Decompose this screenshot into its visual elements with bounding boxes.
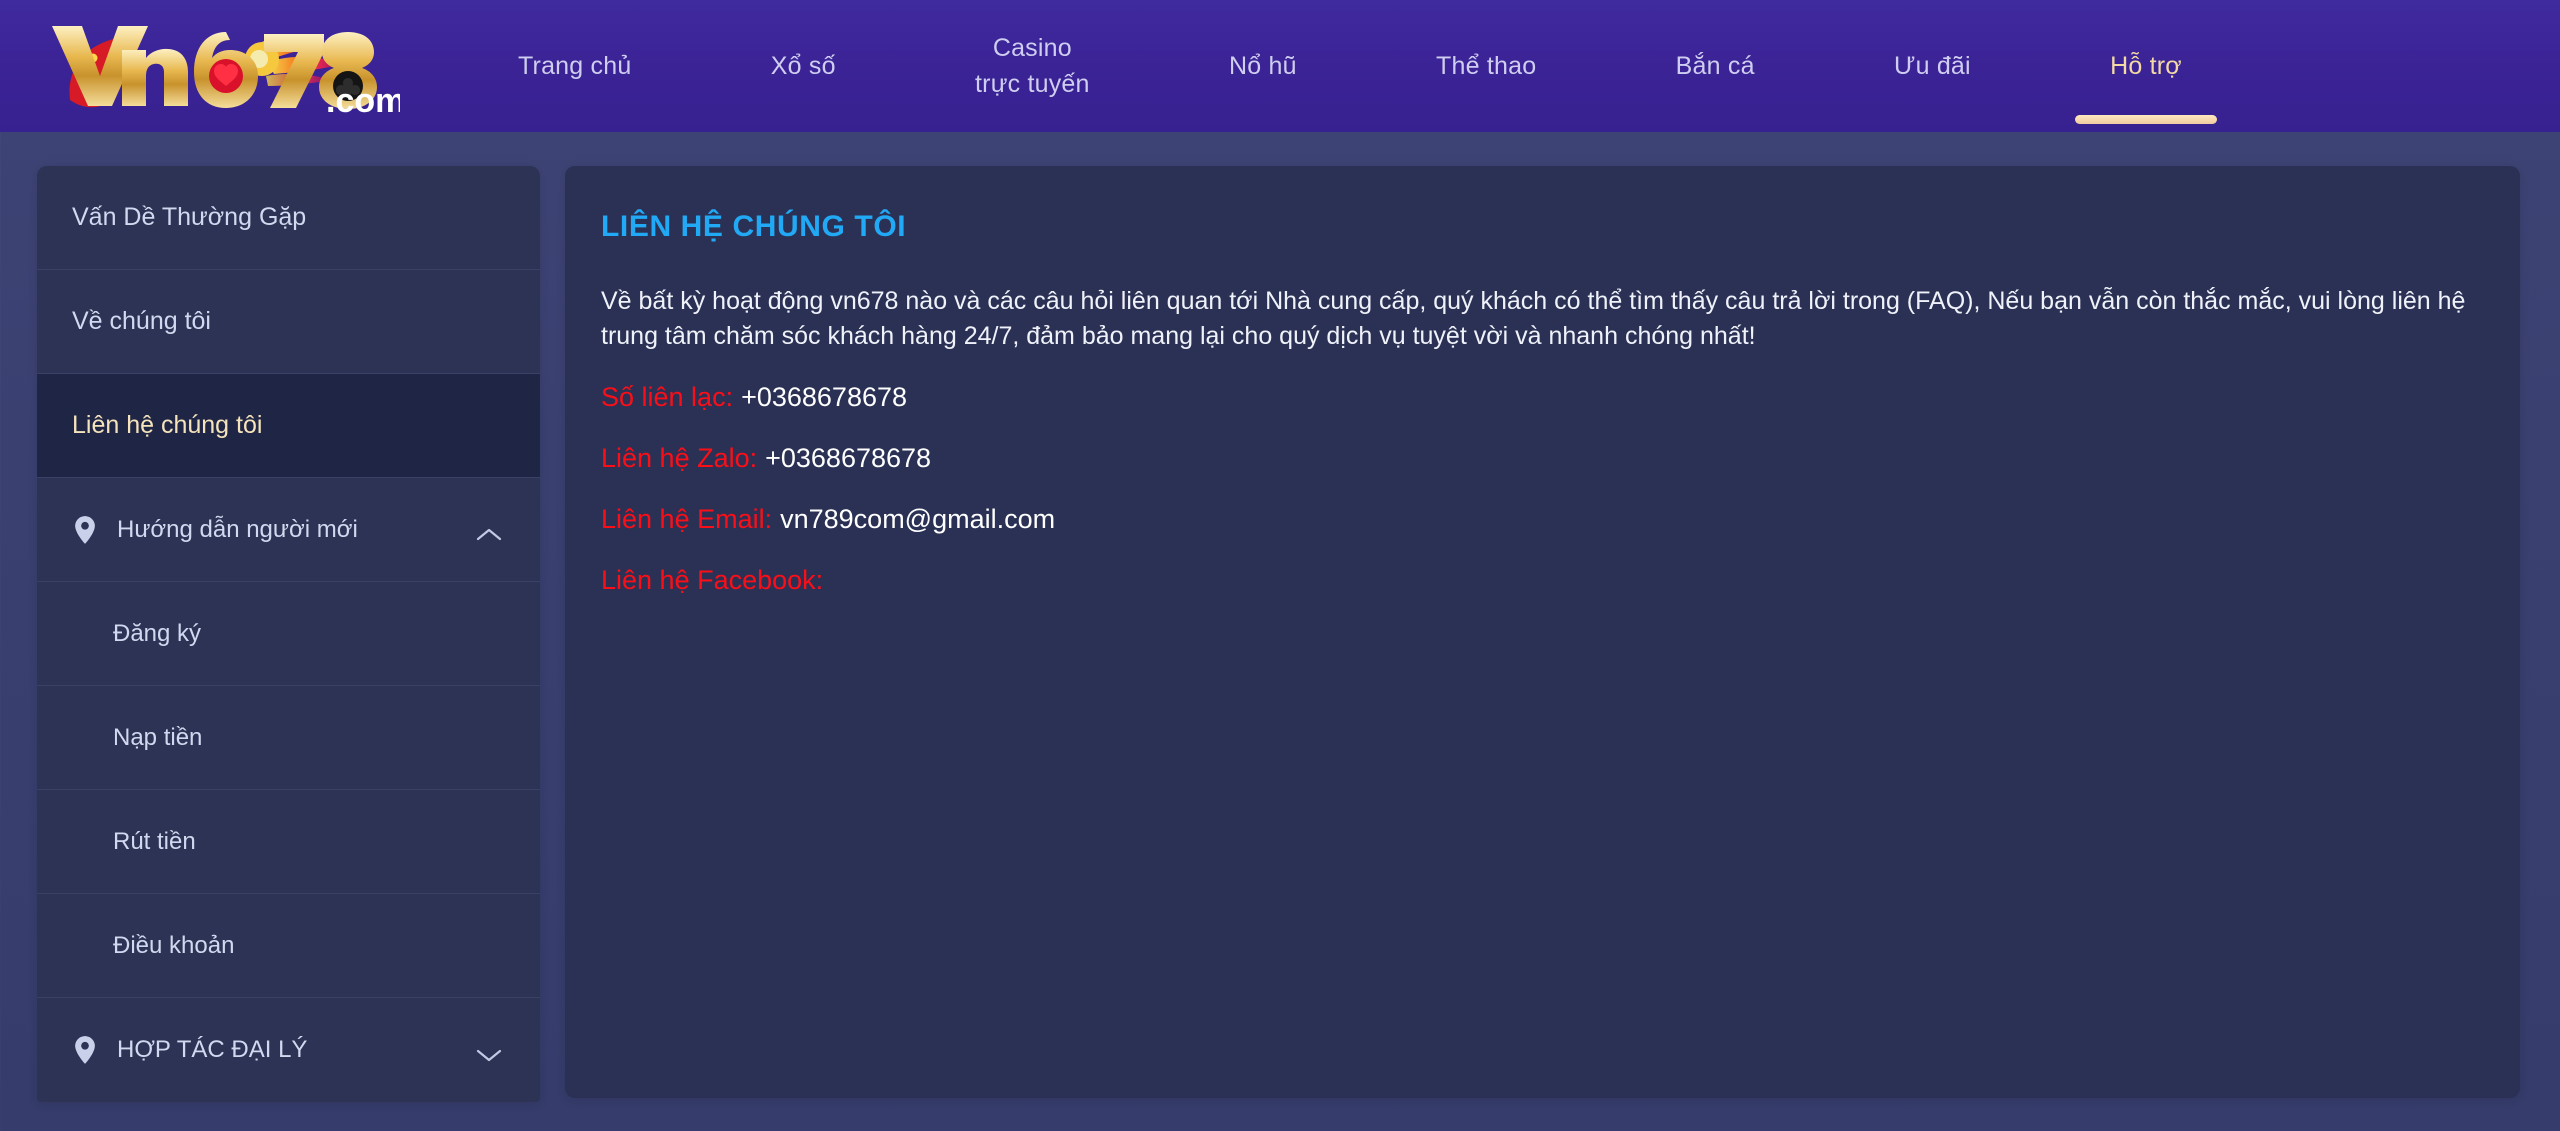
- active-nav-underline: [2075, 115, 2218, 124]
- logo-icon: .com: [52, 26, 405, 120]
- sidebar-item-label: Điều khoản: [113, 931, 235, 959]
- nav-item-ban-ca[interactable]: Bắn cá: [1658, 0, 1773, 132]
- location-pin-icon: [72, 515, 98, 545]
- contact-value[interactable]: vn789com@gmail.com: [780, 504, 1055, 534]
- sidebar-item-label: Đăng ký: [113, 619, 202, 647]
- contact-facebook-row: Liên hệ Facebook:: [601, 563, 2482, 598]
- nav-item-the-thao[interactable]: Thể thao: [1418, 0, 1554, 132]
- main-nav[interactable]: Trang chủ Xổ số Casino trực tuyến Nổ hũ …: [500, 0, 2218, 132]
- site-logo[interactable]: .com: [30, 14, 405, 120]
- contact-email-row: Liên hệ Email: vn789com@gmail.com: [601, 502, 2482, 537]
- sidebar-item-label: Hướng dẫn người mới: [117, 515, 358, 543]
- page-root: .com Trang chủ Xổ số Casino trực tuyến N…: [0, 0, 2560, 1131]
- sidebar-item-label: Liên hệ chúng tôi: [72, 411, 263, 439]
- nav-item-casino-truc-tuyen[interactable]: Casino trực tuyến: [957, 0, 1108, 132]
- nav-label: Casino trực tuyến: [975, 34, 1090, 98]
- nav-item-ho-tro[interactable]: Hỗ trợ: [2075, 0, 2218, 132]
- chevron-down-icon[interactable]: [476, 1041, 502, 1062]
- nav-label: Thể thao: [1436, 52, 1537, 80]
- sidebar-item-van-de-thuong-gap[interactable]: Vấn Dề Thường Gặp: [37, 166, 540, 270]
- sidebar-item-rut-tien[interactable]: Rút tiền: [37, 790, 540, 894]
- nav-item-uu-dai[interactable]: Ưu đãi: [1876, 0, 1989, 132]
- contact-phone-row: Số liên lạc: +0368678678: [601, 380, 2482, 415]
- nav-item-no-hu[interactable]: Nổ hũ: [1211, 0, 1315, 132]
- nav-item-trang-chu[interactable]: Trang chủ: [500, 0, 649, 132]
- sidebar-item-lien-he-chung-toi[interactable]: Liên hệ chúng tôi: [37, 374, 540, 478]
- chevron-up-icon[interactable]: [476, 521, 502, 540]
- contact-label: Số liên lạc:: [601, 382, 734, 412]
- contact-label: Liên hệ Zalo:: [601, 443, 758, 474]
- sidebar-item-dieu-khoan[interactable]: Điều khoản: [37, 894, 540, 998]
- contact-value[interactable]: +0368678678: [765, 443, 931, 473]
- nav-label: Trang chủ: [518, 52, 632, 80]
- sidebar-item-nap-tien[interactable]: Nạp tiền: [37, 686, 540, 790]
- nav-label: Bắn cá: [1675, 52, 1755, 80]
- page-title: LIÊN HỆ CHÚNG TÔI: [601, 210, 907, 243]
- sidebar-item-dang-ky[interactable]: Đăng ký: [37, 582, 540, 686]
- sidebar-item-label: HỢP TÁC ĐẠI LÝ: [117, 1036, 308, 1063]
- content-area: Vấn Dề Thường Gặp Về chúng tôi Liên hệ c…: [0, 132, 2560, 1131]
- location-pin-icon: [72, 1035, 98, 1065]
- sidebar-item-label: Rút tiền: [113, 827, 196, 855]
- sidebar-item-label: Vấn Dề Thường Gặp: [72, 203, 307, 231]
- nav-label: Hỗ trợ: [2110, 52, 2182, 80]
- site-header: .com Trang chủ Xổ số Casino trực tuyến N…: [0, 0, 2560, 132]
- intro-paragraph: Về bất kỳ hoạt động vn678 nào và các câu…: [601, 287, 2466, 350]
- sidebar-item-ve-chung-toi[interactable]: Về chúng tôi: [37, 270, 540, 374]
- sidebar-item-label: Nạp tiền: [113, 723, 203, 751]
- contact-value[interactable]: +0368678678: [741, 382, 907, 412]
- sidebar-group-hop-tac-dai-ly[interactable]: HỢP TÁC ĐẠI LÝ: [37, 998, 540, 1102]
- contact-panel: LIÊN HỆ CHÚNG TÔI Về bất kỳ hoạt động vn…: [565, 166, 2520, 1098]
- contact-label: Liên hệ Facebook:: [601, 565, 824, 596]
- nav-label: Ưu đãi: [1894, 52, 1971, 80]
- nav-label: Nổ hũ: [1228, 52, 1297, 80]
- svg-text:.com: .com: [326, 82, 400, 118]
- contact-zalo-row: Liên hệ Zalo: +0368678678: [601, 441, 2482, 476]
- sidebar-group-huong-dan-nguoi-moi[interactable]: Hướng dẫn người mới: [37, 478, 540, 582]
- nav-item-xo-so[interactable]: Xổ số: [753, 0, 854, 132]
- nav-label: Xổ số: [770, 52, 836, 80]
- sidebar-item-label: Về chúng tôi: [72, 307, 211, 335]
- contact-label: Liên hệ Email:: [601, 504, 773, 535]
- support-sidebar: Vấn Dề Thường Gặp Về chúng tôi Liên hệ c…: [37, 166, 540, 1102]
